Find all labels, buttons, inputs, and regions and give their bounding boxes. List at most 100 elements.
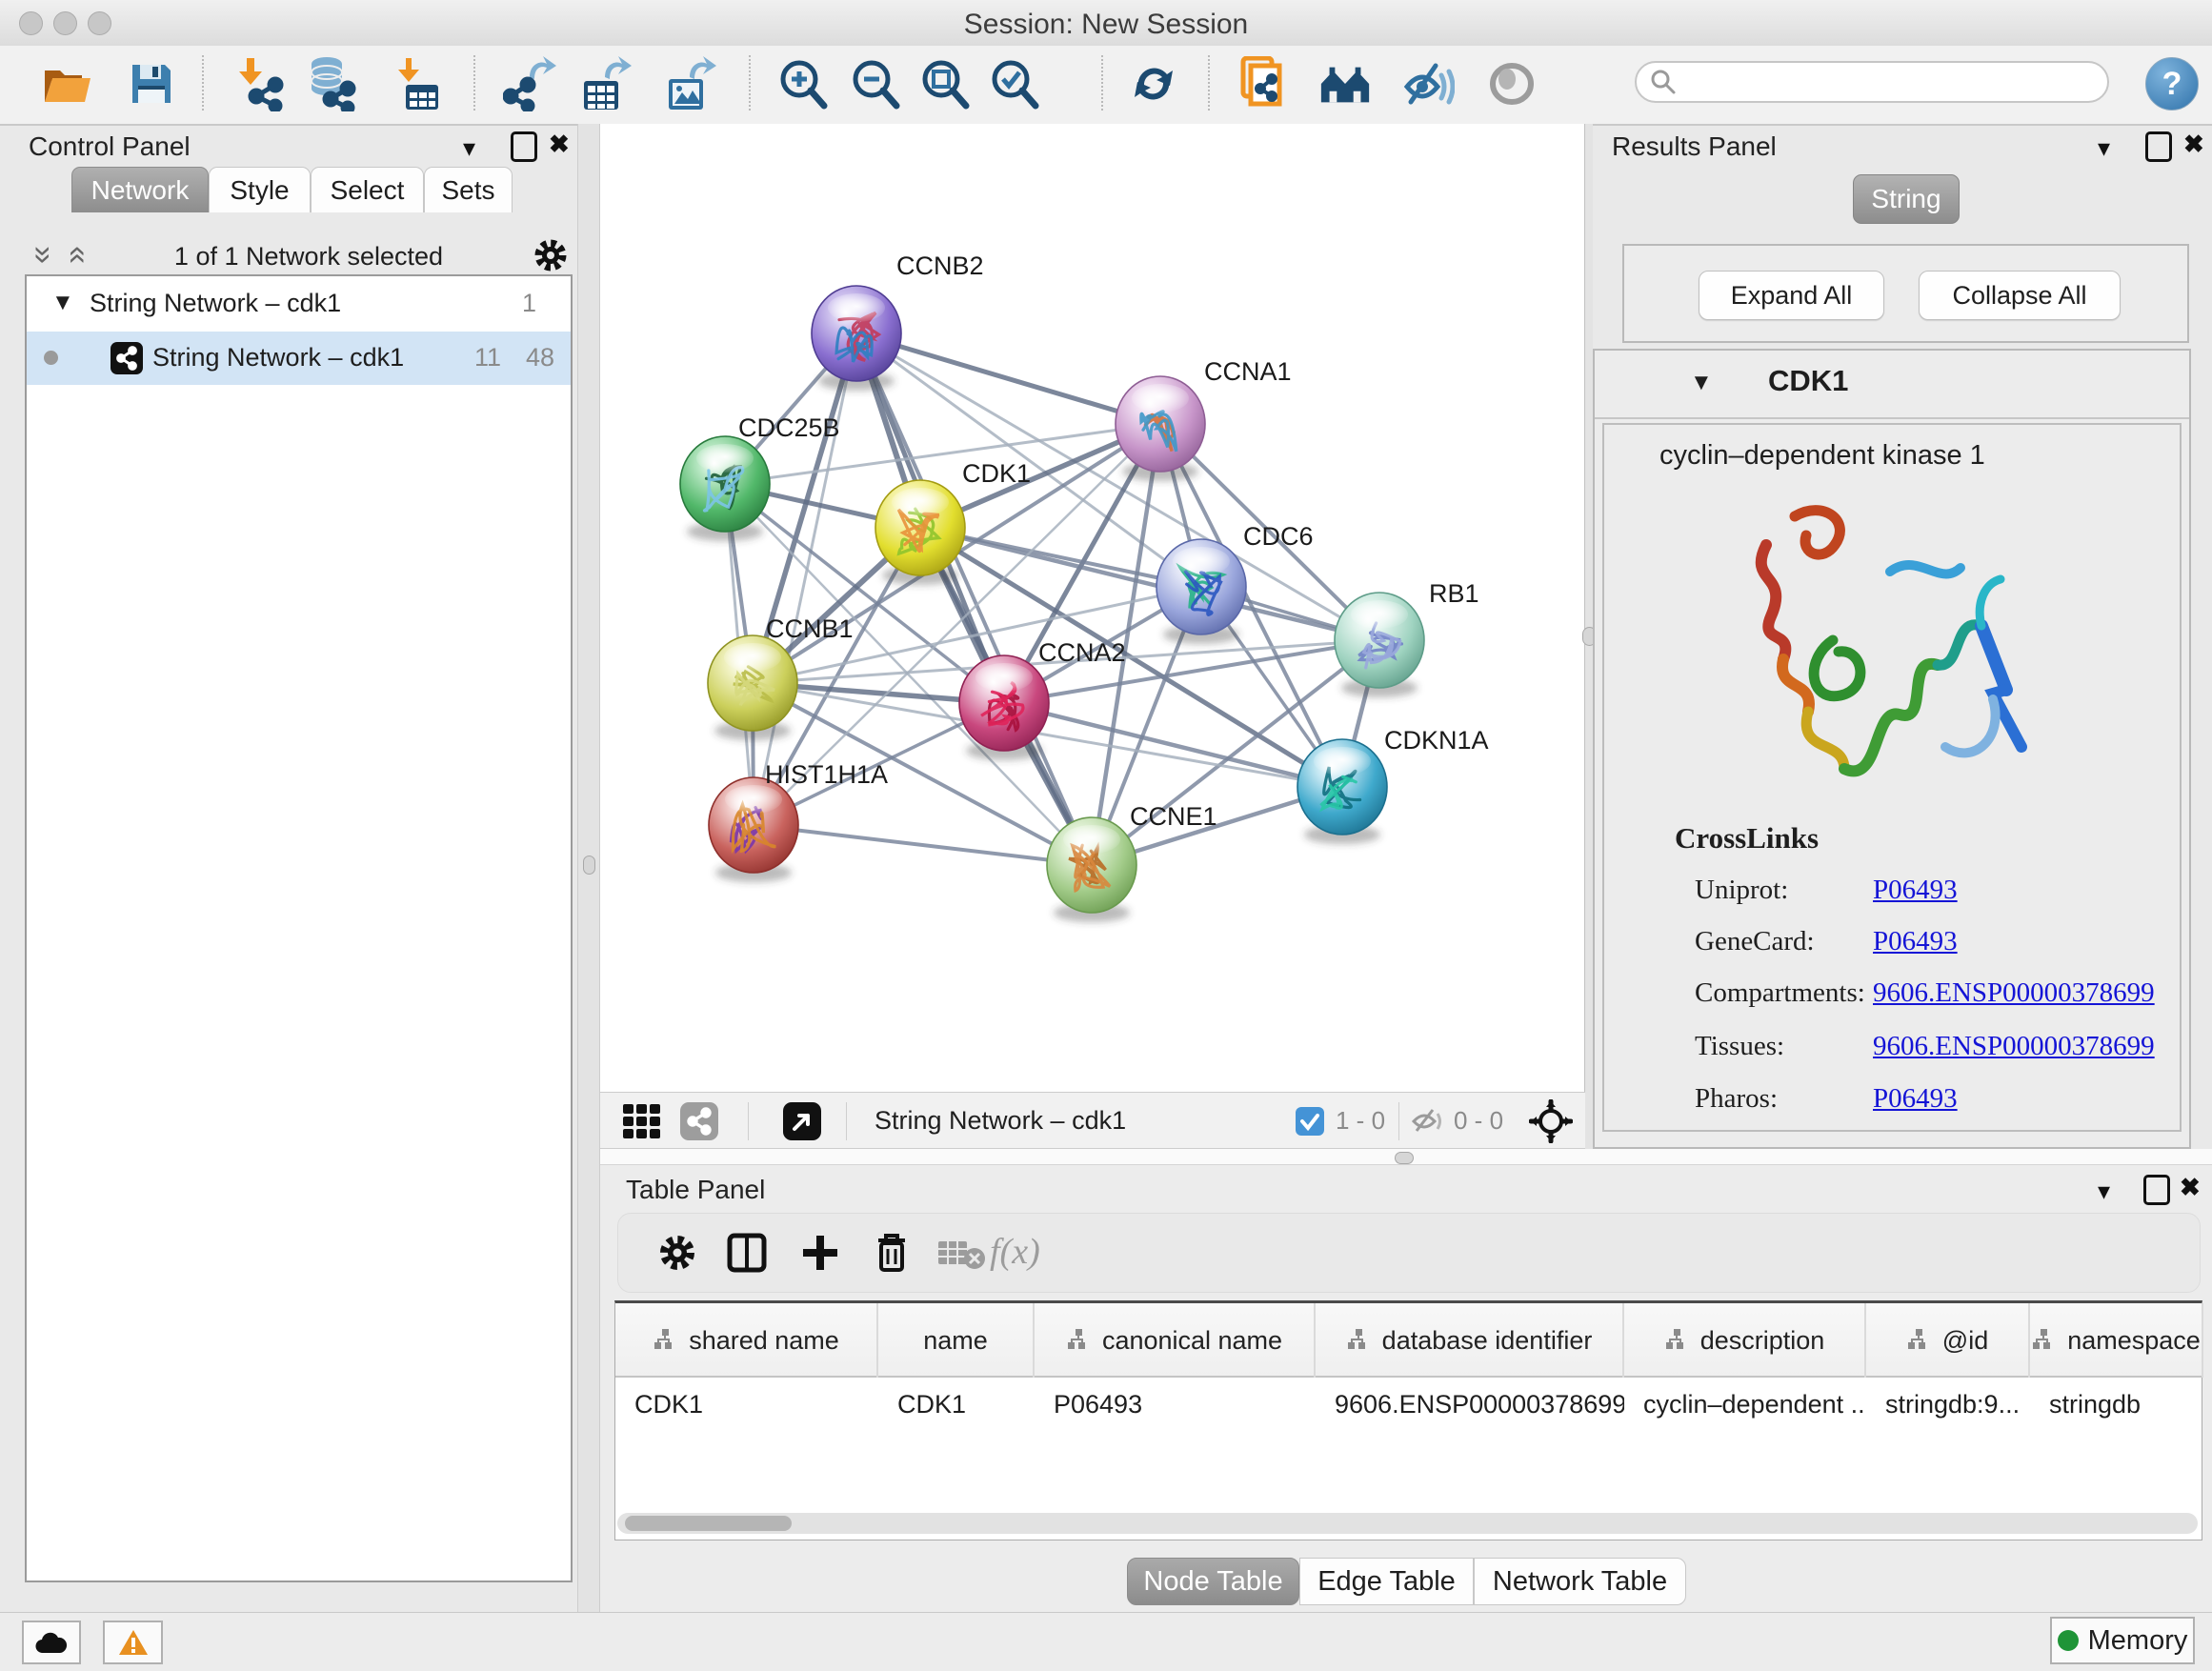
tab-style[interactable]: Style <box>209 167 311 212</box>
network-tree-root-row[interactable]: ▼ String Network – cdk1 1 <box>27 286 571 326</box>
warning-button[interactable] <box>103 1621 163 1664</box>
show-all-icon[interactable] <box>1484 55 1539 112</box>
expand-all-icon[interactable]: » <box>63 246 89 264</box>
network-canvas[interactable]: CCNB2CCNA1CDC25BCDK1CDC6RB1CCNB1CCNA2CDK… <box>600 124 1585 1092</box>
home-networks-icon[interactable] <box>1317 55 1373 112</box>
collection-count: 1 <box>522 289 536 318</box>
left-splitter-handle[interactable] <box>583 856 595 875</box>
tab-string[interactable]: String <box>1853 174 1960 224</box>
column-header-description[interactable]: description <box>1624 1303 1866 1378</box>
close-panel-icon[interactable]: ✖ <box>549 131 570 156</box>
crosslink-value-2[interactable]: 9606.ENSP00000378699 <box>1873 977 2155 1009</box>
import-network-file-icon[interactable] <box>232 55 288 112</box>
left-splitter[interactable] <box>577 124 600 1612</box>
import-network-database-icon[interactable] <box>303 55 358 112</box>
float-panel-icon[interactable] <box>2143 1175 2170 1205</box>
table-gear-icon[interactable] <box>647 1222 708 1283</box>
tab-network[interactable]: Network <box>71 167 209 212</box>
tab-network-table[interactable]: Network Table <box>1474 1558 1686 1605</box>
cell-description[interactable]: cyclin–dependent ... <box>1624 1379 1866 1429</box>
collapse-panel-icon[interactable]: ▾ <box>463 135 475 160</box>
cell-@id[interactable]: stringdb:9... <box>1866 1379 2030 1429</box>
search-input[interactable] <box>1635 61 2109 103</box>
hide-selected-icon[interactable] <box>1400 55 1456 112</box>
column-header-database-identifier[interactable]: database identifier <box>1316 1303 1624 1378</box>
edge-HIST1H1A-CCNE1[interactable] <box>754 825 1092 865</box>
crosslink-value-0[interactable]: P06493 <box>1873 875 1958 906</box>
scrollbar-thumb[interactable] <box>625 1516 792 1531</box>
export-image-icon[interactable] <box>662 55 717 112</box>
apply-layout-icon[interactable] <box>1126 55 1181 112</box>
section-caret-icon[interactable]: ▼ <box>1690 370 1713 396</box>
collapse-all-icon[interactable]: » <box>30 246 56 264</box>
edge-CCNB2-CCNE1[interactable] <box>856 333 1092 865</box>
cell-name[interactable]: CDK1 <box>878 1379 1035 1429</box>
cell-canonical-name[interactable]: P06493 <box>1035 1379 1316 1429</box>
float-panel-icon[interactable] <box>511 131 537 162</box>
string-network-graph[interactable]: CCNB2CCNA1CDC25BCDK1CDC6RB1CCNB1CCNA2CDK… <box>600 124 1585 1092</box>
network-type-icon <box>111 342 143 374</box>
collapse-panel-icon[interactable]: ▾ <box>2098 1178 2110 1203</box>
export-network-icon[interactable] <box>502 55 557 112</box>
network-tree-selected-row[interactable]: String Network – cdk1 11 48 <box>27 332 571 385</box>
node-CCNA1[interactable]: CCNA1 <box>1116 357 1292 481</box>
zoom-fit-icon[interactable] <box>916 55 972 112</box>
zoom-selected-icon[interactable] <box>986 55 1041 112</box>
add-column-icon[interactable] <box>790 1222 851 1283</box>
float-panel-icon[interactable] <box>2145 131 2172 162</box>
selected-checkbox-icon[interactable] <box>1296 1100 1324 1142</box>
delete-table-icon[interactable] <box>931 1222 992 1283</box>
node-HIST1H1A[interactable]: HIST1H1A <box>709 760 888 882</box>
cdk1-section-header[interactable]: ▼ CDK1 <box>1595 351 2189 419</box>
right-splitter[interactable] <box>1585 124 1593 1149</box>
expand-all-button[interactable]: Expand All <box>1699 271 1884 320</box>
tree-expand-caret[interactable]: ▼ <box>51 290 74 316</box>
save-session-icon[interactable] <box>124 55 179 112</box>
network-badge-icon[interactable] <box>680 1100 718 1142</box>
tab-sets[interactable]: Sets <box>424 167 513 212</box>
crosslink-value-3[interactable]: 9606.ENSP00000378699 <box>1873 1031 2155 1062</box>
column-header-canonical-name[interactable]: canonical name <box>1035 1303 1316 1378</box>
column-header-name[interactable]: name <box>878 1303 1035 1378</box>
birds-eye-view-icon[interactable] <box>783 1100 821 1142</box>
node-CDKN1A[interactable]: CDKN1A <box>1297 726 1489 844</box>
edge-CCNB2-CCNA1[interactable] <box>856 333 1160 424</box>
clone-network-icon[interactable] <box>1236 55 1291 112</box>
edge-CCNB2-HIST1H1A[interactable] <box>754 333 856 825</box>
column-header-shared-name[interactable]: shared name <box>615 1303 878 1378</box>
column-header-@id[interactable]: @id <box>1866 1303 2030 1378</box>
memory-button[interactable]: Memory <box>2050 1617 2195 1664</box>
function-builder-icon[interactable]: f(x) <box>990 1231 1040 1273</box>
node-CDC6[interactable]: CDC6 <box>1156 522 1314 644</box>
tab-node-table[interactable]: Node Table <box>1127 1558 1299 1605</box>
crosslink-value-1[interactable]: P06493 <box>1873 926 1958 957</box>
show-columns-icon[interactable] <box>716 1222 777 1283</box>
import-table-icon[interactable] <box>391 55 446 112</box>
hidden-eye-icon[interactable] <box>1410 1100 1446 1142</box>
horizontal-splitter-handle[interactable] <box>1395 1152 1414 1164</box>
cell-shared-name[interactable]: CDK1 <box>615 1379 878 1429</box>
column-header-namespace[interactable]: namespace <box>2030 1303 2203 1378</box>
node-RB1[interactable]: RB1 <box>1335 579 1479 697</box>
close-panel-icon[interactable]: ✖ <box>2183 131 2204 156</box>
tab-edge-table[interactable]: Edge Table <box>1299 1558 1474 1605</box>
gear-icon[interactable] <box>532 236 570 274</box>
show-grid-icon[interactable] <box>621 1100 663 1142</box>
collapse-all-button[interactable]: Collapse All <box>1919 271 2121 320</box>
zoom-in-icon[interactable] <box>774 55 830 112</box>
close-panel-icon[interactable]: ✖ <box>2180 1175 2201 1199</box>
crosslink-value-4[interactable]: P06493 <box>1873 1083 1958 1115</box>
delete-column-icon[interactable] <box>861 1222 922 1283</box>
export-table-icon[interactable] <box>577 55 633 112</box>
horizontal-scrollbar[interactable] <box>617 1513 2198 1534</box>
tab-select[interactable]: Select <box>311 167 424 212</box>
node-CCNB2[interactable]: CCNB2 <box>812 252 984 391</box>
cell-namespace[interactable]: stringdb <box>2030 1379 2203 1429</box>
help-button[interactable]: ? <box>2145 57 2199 111</box>
zoom-out-icon[interactable] <box>847 55 902 112</box>
cell-database-identifier[interactable]: 9606.ENSP00000378699 <box>1316 1379 1624 1429</box>
collapse-panel-icon[interactable]: ▾ <box>2098 135 2110 160</box>
open-session-icon[interactable] <box>40 55 95 112</box>
fit-content-crosshair-icon[interactable] <box>1529 1100 1573 1142</box>
cloud-button[interactable] <box>22 1621 81 1664</box>
